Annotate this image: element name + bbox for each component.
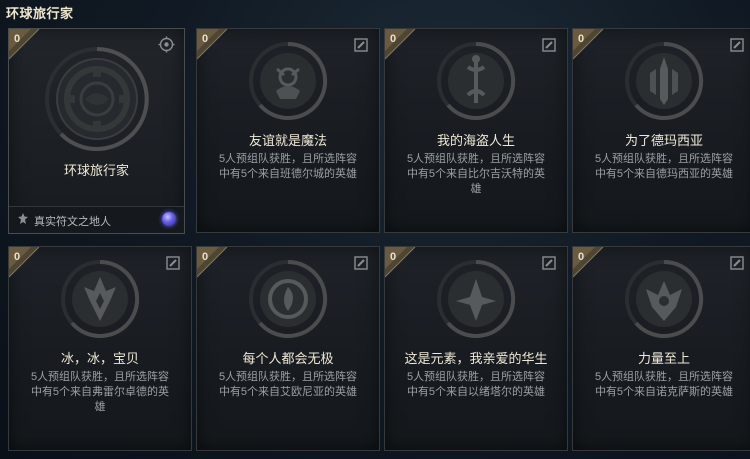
edit-icon[interactable]: [354, 256, 368, 270]
card-title: 友谊就是魔法: [248, 133, 327, 148]
card-footer: 真实符文之地人: [9, 206, 184, 233]
legend-statue-icon: [16, 212, 30, 226]
edit-icon[interactable]: [542, 256, 556, 270]
footer-label: 真实符文之地人: [34, 216, 111, 228]
progress-count: 0: [578, 33, 585, 45]
challenge-card[interactable]: 0 这是元素，我亲爱的华生 5人预组队获胜，且所选阵容 中有5个来自以绪塔尔的英…: [384, 246, 568, 451]
challenge-card[interactable]: 0 力量至上 5人预组队获胜，且所选阵容 中有5个来自诺克萨斯的英雄: [572, 246, 750, 451]
challenge-card[interactable]: 0 每个人都会无极 5人预组队获胜，且所选阵容 中有5个来自艾欧尼亚的英雄: [196, 246, 380, 451]
card-description: 5人预组队获胜，且所选阵容 中有5个来自弗雷尔卓德的英 雄: [17, 370, 183, 415]
edit-icon[interactable]: [354, 38, 368, 52]
card-desc-line: 5人预组队获胜，且所选阵容: [218, 153, 358, 165]
card-title: 为了德玛西亚: [624, 133, 703, 148]
bilgewater-emblem-icon: [434, 39, 518, 128]
card-title: 力量至上: [637, 351, 690, 366]
freljord-emblem-icon: [58, 257, 142, 346]
card-description: 5人预组队获胜，且所选阵容 中有5个来自以绪塔尔的英雄: [393, 370, 559, 400]
bandle-city-emblem-icon: [246, 39, 330, 128]
progress-count: 0: [14, 251, 21, 263]
demacia-emblem-icon: [622, 39, 706, 128]
progress-count: 0: [390, 33, 397, 45]
progress-count: 0: [202, 33, 209, 45]
card-desc-line: 中有5个来自德玛西亚的英雄: [594, 168, 734, 180]
card-desc-line: 中有5个来自以绪塔尔的英雄: [406, 386, 546, 398]
card-title: 每个人都会无极: [242, 351, 334, 366]
card-desc-line: 5人预组队获胜，且所选阵容: [30, 371, 170, 383]
card-desc-line: 中有5个来自弗雷尔卓德的英: [30, 386, 170, 398]
challenge-card[interactable]: 0 友谊就是魔法 5人预组队获胜，且所选阵容 中有5个来自班德尔城的英雄: [196, 28, 380, 233]
ixtal-emblem-icon: [434, 257, 518, 346]
ionia-emblem-icon: [246, 257, 330, 346]
edit-icon[interactable]: [542, 38, 556, 52]
challenge-card[interactable]: 0 冰，冰，宝贝 5人预组队获胜，且所选阵容 中有5个来自弗雷尔卓德的英 雄: [8, 246, 192, 451]
challenge-card-featured[interactable]: 0 环球旅行家 真实符文之地人: [8, 28, 185, 234]
edit-icon[interactable]: [730, 38, 744, 52]
challenge-card[interactable]: 0 我的海盗人生 5人预组队获胜，且所选阵容 中有5个来自比尔吉沃特的英 雄: [384, 28, 568, 233]
progress-count: 0: [390, 251, 397, 263]
card-description: 5人预组队获胜，且所选阵容 中有5个来自班德尔城的英雄: [205, 152, 371, 182]
progress-count: 0: [14, 33, 21, 45]
card-description: 5人预组队获胜，且所选阵容 中有5个来自比尔吉沃特的英 雄: [393, 152, 559, 197]
edit-icon[interactable]: [730, 256, 744, 270]
card-desc-line: 雄: [470, 183, 482, 195]
card-desc-line: 5人预组队获胜，且所选阵容: [218, 371, 358, 383]
challenge-card[interactable]: 0 为了德玛西亚 5人预组队获胜，且所选阵容 中有5个来自德玛西亚的英雄: [572, 28, 750, 233]
card-desc-line: 中有5个来自班德尔城的英雄: [218, 168, 358, 180]
page-title: 环球旅行家: [6, 6, 74, 21]
card-title: 环球旅行家: [63, 163, 129, 178]
edit-icon[interactable]: [166, 256, 180, 270]
card-description: 5人预组队获胜，且所选阵容 中有5个来自艾欧尼亚的英雄: [205, 370, 371, 400]
card-desc-line: 中有5个来自诺克萨斯的英雄: [594, 386, 734, 398]
progress-count: 0: [202, 251, 209, 263]
card-desc-line: 5人预组队获胜，且所选阵容: [594, 153, 734, 165]
card-title: 我的海盗人生: [436, 133, 515, 148]
card-desc-line: 中有5个来自比尔吉沃特的英: [406, 168, 546, 180]
card-title: 这是元素，我亲爱的华生: [404, 351, 548, 366]
card-desc-line: 中有5个来自艾欧尼亚的英雄: [218, 386, 358, 398]
card-title: 冰，冰，宝贝: [60, 351, 139, 366]
card-description: 5人预组队获胜，且所选阵容 中有5个来自诺克萨斯的英雄: [581, 370, 747, 400]
noxus-emblem-icon: [622, 257, 706, 346]
blue-orb-icon[interactable]: [162, 212, 176, 226]
card-desc-line: 5人预组队获胜，且所选阵容: [406, 153, 546, 165]
globe-emblem-icon: [41, 43, 153, 160]
card-description: 5人预组队获胜，且所选阵容 中有5个来自德玛西亚的英雄: [581, 152, 747, 182]
card-desc-line: 5人预组队获胜，且所选阵容: [594, 371, 734, 383]
card-desc-line: 雄: [94, 401, 106, 413]
crosshair-icon[interactable]: [158, 36, 175, 53]
card-desc-line: 5人预组队获胜，且所选阵容: [406, 371, 546, 383]
progress-count: 0: [578, 251, 585, 263]
